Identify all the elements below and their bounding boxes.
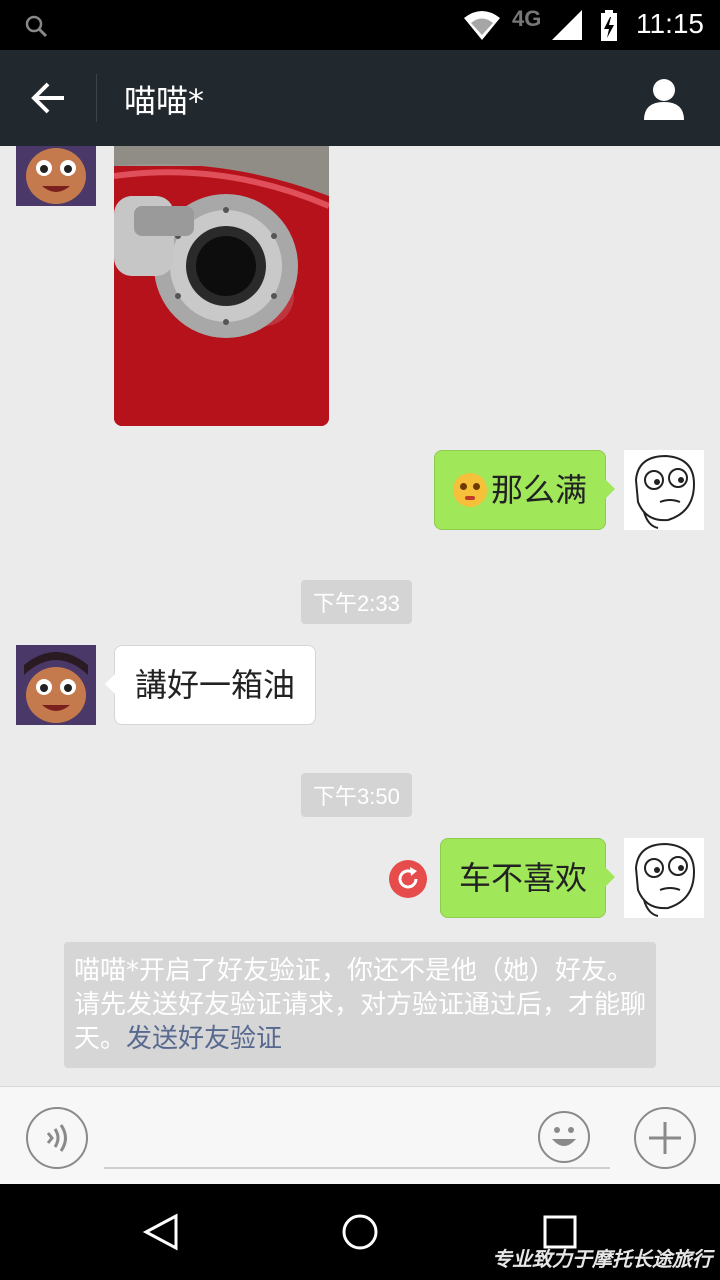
- voice-icon: [46, 1124, 67, 1152]
- signal-icon: [552, 10, 582, 40]
- back-arrow-icon[interactable]: [30, 80, 68, 116]
- status-bar: 4G 11:15: [0, 0, 720, 50]
- send-verification-link[interactable]: 发送好友验证: [126, 1024, 282, 1054]
- contact-profile-icon[interactable]: [642, 76, 686, 120]
- message-text: 车不喜欢: [458, 859, 587, 897]
- battery-charging-icon: [601, 10, 617, 41]
- fuel-tank-photo: [114, 146, 329, 426]
- angry-face-emoji-icon: [452, 473, 487, 507]
- message-text: 那么满: [490, 471, 587, 509]
- voice-input-button[interactable]: [26, 1107, 88, 1169]
- smiley-icon: [552, 1127, 576, 1146]
- rage-face-avatar: [624, 838, 704, 918]
- emoji-button[interactable]: [538, 1111, 590, 1163]
- contact-avatar[interactable]: [16, 146, 96, 206]
- network-type: 4G: [512, 6, 542, 31]
- chat-header: 喵喵*: [0, 50, 720, 146]
- header-divider: [96, 74, 97, 122]
- my-avatar[interactable]: [624, 450, 704, 530]
- my-avatar[interactable]: [624, 838, 704, 918]
- contact-avatar[interactable]: [16, 645, 96, 725]
- search-icon: [25, 15, 48, 38]
- wifi-icon: [464, 11, 500, 40]
- friend-verification-notice: 喵喵*开启了好友验证，你还不是他（她）好友。请先发送好友验证请求，对方验证通过后…: [64, 942, 656, 1068]
- more-options-button[interactable]: [634, 1107, 696, 1169]
- chat-title: 喵喵*: [124, 82, 205, 120]
- message-input[interactable]: [104, 1103, 524, 1167]
- input-bar: [0, 1086, 720, 1185]
- outgoing-message-bubble[interactable]: 那么满: [433, 450, 616, 530]
- system-nav-bar: 专业致力于摩托长途旅行: [0, 1184, 720, 1280]
- rage-face-avatar: [624, 450, 704, 530]
- outgoing-message-bubble[interactable]: 车不喜欢: [439, 838, 616, 918]
- incoming-message-bubble[interactable]: 講好一箱油: [104, 645, 317, 725]
- timestamp: 下午2:33: [301, 580, 412, 624]
- plus-icon: [649, 1122, 681, 1154]
- watermark: 专业致力于摩托长途旅行: [492, 1247, 712, 1271]
- message-text: 講好一箱油: [135, 666, 296, 704]
- cartoon-boy-avatar: [16, 645, 96, 725]
- cartoon-boy-avatar: [16, 146, 96, 206]
- home-circle-icon[interactable]: [340, 1212, 380, 1252]
- status-time: 11:15: [636, 8, 704, 39]
- photo-message[interactable]: [114, 146, 329, 426]
- input-underline: [104, 1167, 610, 1169]
- resend-icon[interactable]: [388, 859, 428, 899]
- timestamp: 下午3:50: [301, 773, 412, 817]
- back-triangle-icon[interactable]: [142, 1212, 182, 1252]
